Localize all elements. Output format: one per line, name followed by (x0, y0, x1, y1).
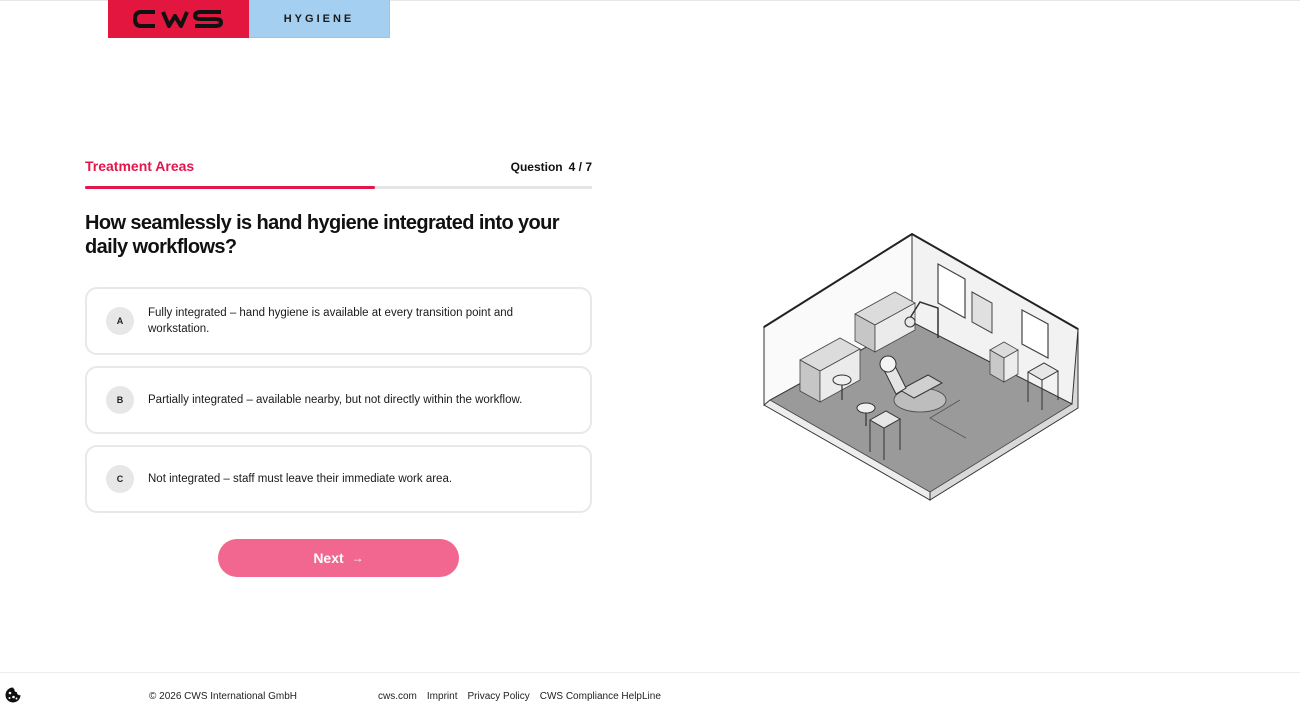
arrow-right-icon: → (351, 551, 364, 565)
isometric-treatment-room-illustration (762, 232, 1080, 501)
option-label: Fully integrated – hand hygiene is avail… (148, 307, 514, 335)
answer-options: A Fully integrated – hand hygiene is ava… (85, 287, 592, 513)
cws-logo-icon (132, 10, 223, 28)
footer-link-imprint[interactable]: Imprint (427, 691, 458, 702)
option-letter-badge: A (106, 307, 134, 335)
option-label: Partially integrated – available nearby,… (148, 394, 523, 406)
answer-option-b[interactable]: B Partially integrated – available nearb… (85, 366, 592, 434)
section-title: Treatment Areas (85, 158, 195, 174)
question-counter-label: Question (510, 160, 563, 174)
cws-hygiene-logo[interactable]: HYGIENE (108, 0, 390, 38)
footer-link-privacy-policy[interactable]: Privacy Policy (467, 691, 529, 702)
next-button[interactable]: Next → (218, 539, 459, 577)
option-letter-badge: C (106, 465, 134, 493)
quiz-header: Treatment Areas Question 4 / 7 (85, 158, 592, 178)
option-label: Not integrated – staff must leave their … (148, 473, 453, 485)
option-letter-badge: B (106, 386, 134, 414)
footer-link-cws-com[interactable]: cws.com (378, 691, 417, 702)
next-button-label: Next (313, 550, 344, 566)
hygiene-logo-label: HYGIENE (249, 0, 390, 38)
cookie-icon[interactable] (4, 686, 22, 704)
question-counter: Question 4 / 7 (511, 157, 592, 177)
quiz-panel: Treatment Areas Question 4 / 7 How seamle… (85, 158, 592, 524)
question-text: How seamlessly is hand hygiene integrate… (85, 212, 560, 258)
progress-bar-fill (85, 186, 375, 189)
answer-option-c[interactable]: C Not integrated – staff must leave thei… (85, 445, 592, 513)
footer-divider (0, 672, 1300, 673)
cws-logo-mark (108, 0, 249, 38)
question-counter-value: 4 / 7 (568, 160, 592, 174)
progress-bar (85, 186, 592, 189)
footer-link-compliance-helpline[interactable]: CWS Compliance HelpLine (540, 691, 661, 702)
footer-links: cws.com Imprint Privacy Policy CWS Compl… (378, 691, 671, 702)
answer-option-a[interactable]: A Fully integrated – hand hygiene is ava… (85, 287, 592, 355)
page: HYGIENE Treatment Areas Question 4 / 7 Ho… (0, 0, 1300, 712)
copyright-notice: © 2026 CWS International GmbH (149, 691, 297, 702)
